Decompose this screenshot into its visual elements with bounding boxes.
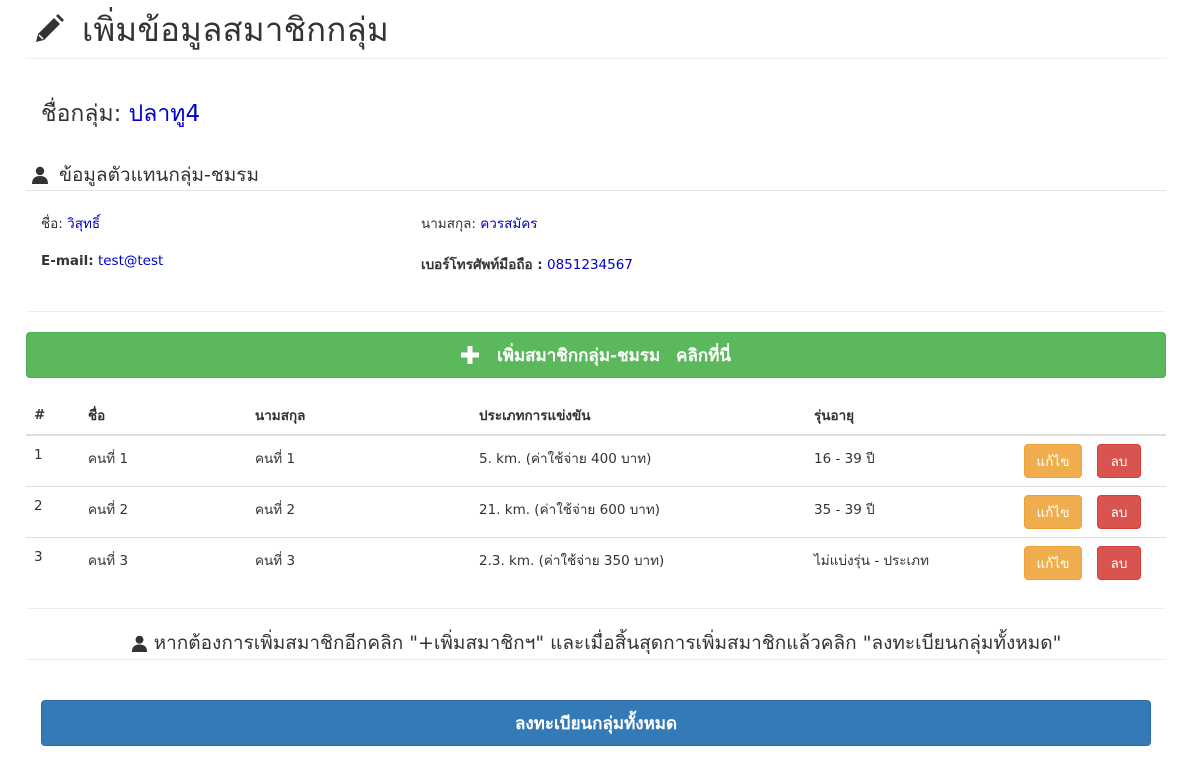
edit-button[interactable]: แก้ไข [1024, 495, 1082, 529]
cell-last-name: คนที่ 1 [247, 435, 471, 487]
user-icon [32, 166, 48, 184]
cell-race-type: 21. km. (ค่าใช้จ่าย 600 บาท) [471, 486, 806, 538]
divider [26, 659, 1166, 660]
divider [26, 608, 1166, 609]
column-header-number: # [26, 396, 80, 436]
delete-button[interactable]: ลบ [1097, 444, 1141, 478]
first-name-label: ชื่อ: [41, 216, 63, 232]
cell-actions: แก้ไข ลบ [1016, 538, 1166, 589]
phone-value: 0851234567 [547, 257, 633, 273]
cell-number: 1 [26, 435, 80, 487]
page-title: เพิ่มข้อมูลสมาชิกกลุ่ม [82, 9, 389, 49]
cell-first-name: คนที่ 1 [80, 435, 247, 487]
cell-first-name: คนที่ 3 [88, 553, 129, 569]
column-header-first-name: ชื่อ [80, 396, 247, 436]
cell-age-group: 35 - 39 ปี [806, 486, 1016, 538]
table-header-row: # ชื่อ นามสกุล ประเภทการแข่งขัน รุ่นอายุ [26, 396, 1166, 436]
cell-race-type: 5. km. (ค่าใช้จ่าย 400 บาท) [471, 435, 806, 487]
table-row: 1 คนที่ 1 คนที่ 1 5. km. (ค่าใช้จ่าย 400… [26, 435, 1166, 487]
add-member-button[interactable]: เพิ่มสมาชิกกลุ่ม-ชมรม คลิกที่นี่ [26, 332, 1166, 378]
page-header: เพิ่มข้อมูลสมาชิกกลุ่ม [26, 0, 1166, 59]
representative-heading: ข้อมูลตัวแทนกลุ่ม-ชมรม [26, 160, 1166, 191]
group-name-label: ชื่อกลุ่ม: [41, 101, 122, 127]
plus-icon [460, 346, 479, 364]
table-row: 2 คนที่ 2 คนที่ 2 21. km. (ค่าใช้จ่าย 60… [26, 486, 1166, 538]
phone-label: เบอร์โทรศัพท์มือถือ : [421, 257, 543, 273]
cell-actions: แก้ไข ลบ [1016, 486, 1166, 538]
column-header-actions [1016, 396, 1166, 436]
first-name-field: ชื่อ: วิสุทธิ์ [41, 212, 100, 234]
delete-button[interactable]: ลบ [1097, 495, 1141, 529]
cell-age-group: ไม่แบ่งรุ่น - ประเภท [814, 553, 929, 569]
group-name-value: ปลาทู4 [128, 101, 201, 127]
first-name-value: วิสุทธิ์ [67, 216, 101, 232]
last-name-field: นามสกุล: ควรสมัคร [421, 212, 538, 234]
instruction-text: หากต้องการเพิ่มสมาชิกอีกคลิก "+เพิ่มสมาช… [153, 632, 1062, 654]
column-header-age-group: รุ่นอายุ [806, 396, 1016, 436]
edit-button[interactable]: แก้ไข [1024, 444, 1082, 478]
edit-button[interactable]: แก้ไข [1024, 546, 1082, 580]
cell-last-name: คนที่ 2 [247, 486, 471, 538]
cell-actions: แก้ไข ลบ [1016, 435, 1166, 487]
register-all-button[interactable]: ลงทะเบียนกลุ่มทั้งหมด [41, 700, 1151, 746]
last-name-value: ควรสมัคร [480, 216, 538, 232]
add-member-button-label: เพิ่มสมาชิกกลุ่ม-ชมรม คลิกที่นี่ [496, 345, 732, 366]
cell-race-type: 2.3. km. (ค่าใช้จ่าย 350 บาท) [479, 553, 665, 569]
column-header-race-type: ประเภทการแข่งขัน [471, 396, 806, 436]
page-container: เพิ่มข้อมูลสมาชิกกลุ่ม ชื่อกลุ่ม: ปลาทู4… [26, 0, 1166, 746]
cell-number: 2 [26, 486, 80, 538]
email-field: E-mail: test@test [41, 253, 163, 269]
last-name-label: นามสกุล: [421, 216, 476, 232]
representative-heading-text: ข้อมูลตัวแทนกลุ่ม-ชมรม [59, 164, 260, 186]
cell-age-group: 16 - 39 ปี [806, 435, 1016, 487]
email-label: E-mail: [41, 253, 94, 269]
cell-first-name: คนที่ 2 [80, 486, 247, 538]
group-name-line: ชื่อกลุ่ม: ปลาทู4 [41, 96, 200, 132]
instruction-notice: หากต้องการเพิ่มสมาชิกอีกคลิก "+เพิ่มสมาช… [26, 628, 1166, 658]
column-header-last-name: นามสกุล [247, 396, 471, 436]
divider [26, 311, 1166, 312]
cell-number: 3 [34, 549, 43, 565]
cell-last-name: คนที่ 3 [255, 553, 296, 569]
delete-button[interactable]: ลบ [1097, 546, 1141, 580]
phone-field: เบอร์โทรศัพท์มือถือ : 0851234567 [421, 253, 633, 275]
user-icon [131, 635, 147, 652]
members-table: # ชื่อ นามสกุล ประเภทการแข่งขัน รุ่นอายุ… [26, 396, 1166, 588]
table-row: 3 คนที่ 3 คนที่ 3 2.3. km. (ค่าใช้จ่าย 3… [26, 538, 1166, 589]
email-value: test@test [97, 253, 164, 269]
pencil-icon [36, 14, 64, 42]
